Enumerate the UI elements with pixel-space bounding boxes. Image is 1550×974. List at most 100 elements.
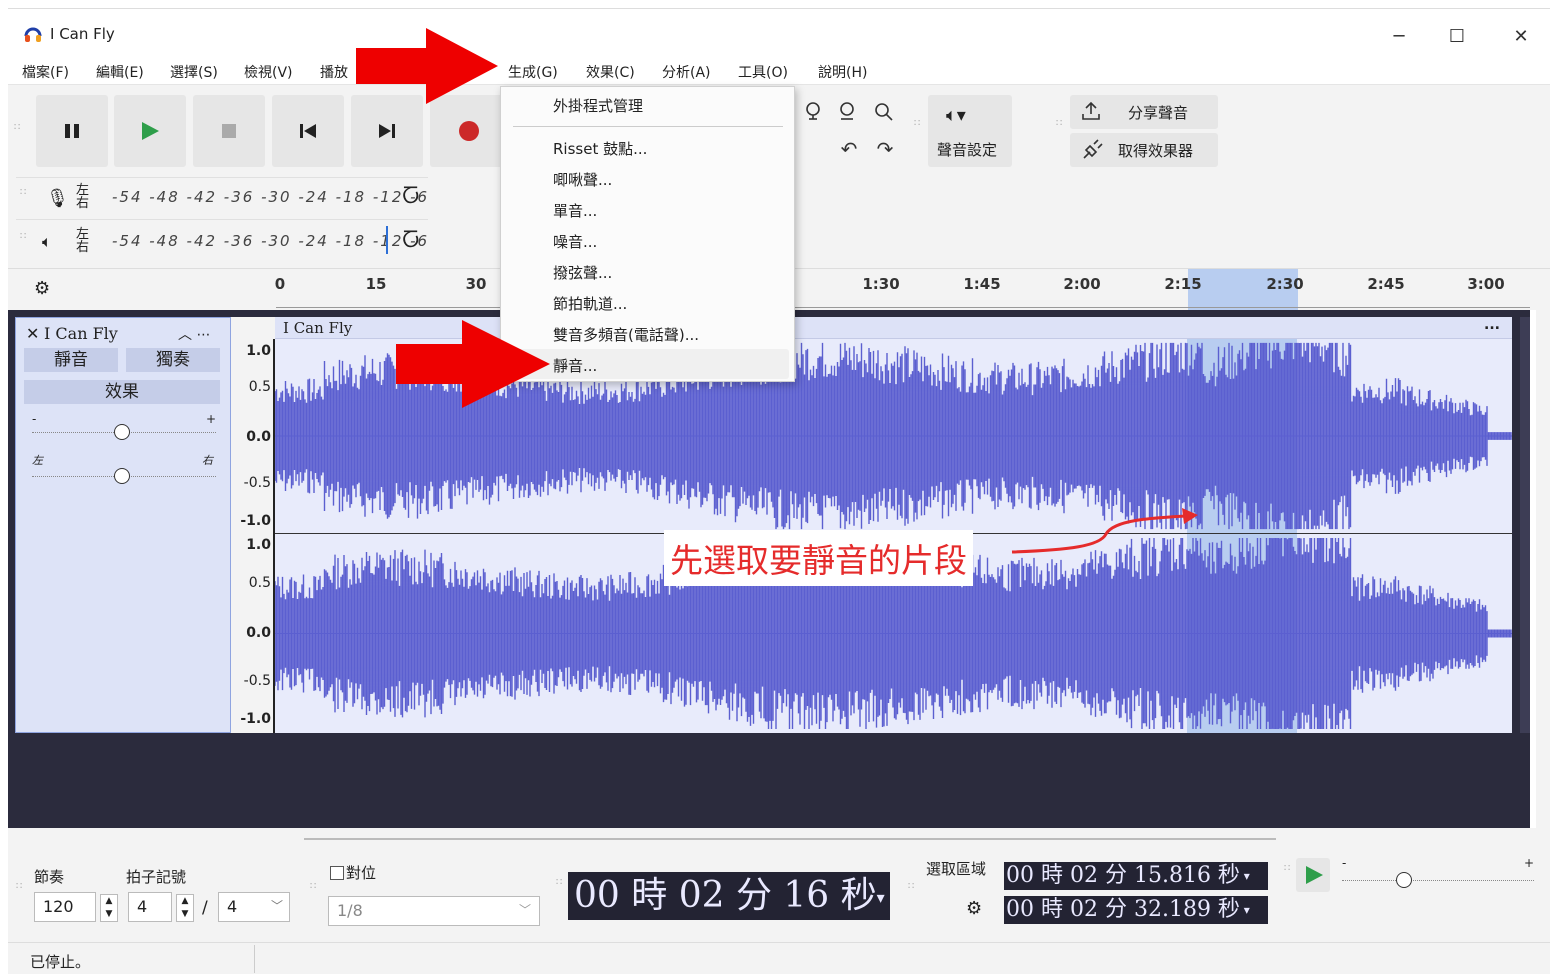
clip-menu-icon[interactable]: ... — [1484, 317, 1500, 333]
snap-checkbox[interactable] — [330, 866, 344, 880]
toolbar-grip[interactable]: ∷ — [1056, 119, 1062, 135]
skip-to-start-button[interactable] — [272, 95, 344, 167]
menu-item-plugin-manager[interactable]: 外掛程式管理 — [553, 95, 643, 116]
dropdown-arrow-icon: ▾ — [1239, 903, 1250, 917]
menu-file[interactable]: 檔案(F) — [22, 62, 69, 82]
menu-help[interactable]: 說明(H) — [818, 62, 867, 82]
time-signature-label: 拍子記號 — [126, 868, 187, 886]
red-arrow-generate — [356, 28, 498, 104]
audio-setup-label: 聲音設定 — [937, 141, 998, 159]
record-button[interactable] — [430, 95, 508, 167]
track-menu-icon[interactable]: ︿ ⋯ — [178, 324, 210, 344]
playback-meter[interactable]: ∷ 🔈︎ 左右 -54 -48 -42 -36 -30 -24 -18 -12 … — [16, 219, 428, 261]
gear-icon[interactable]: ⚙ — [966, 898, 982, 919]
solo-button[interactable]: 獨奏 — [126, 348, 220, 372]
y-label: -0.5 — [243, 475, 271, 491]
time-value: 00 時 02 分 16 秒 — [574, 875, 877, 916]
toolbar-grip[interactable]: ∷ — [556, 878, 562, 894]
share-audio-button[interactable]: 分享聲音 — [1070, 95, 1218, 129]
close-track-icon[interactable]: ✕ — [26, 324, 39, 343]
menu-view[interactable]: 檢視(V) — [244, 62, 293, 82]
maximize-button[interactable]: ☐ — [1432, 17, 1482, 57]
menu-item-dtmf[interactable]: 雙音多頻音(電話聲)... — [553, 324, 699, 345]
selection-start[interactable]: 00 時 02 分 15.816 秒 ▾ — [1004, 862, 1268, 890]
menu-select[interactable]: 選擇(S) — [170, 62, 218, 82]
meter-scale: -54 -48 -42 -36 -30 -24 -18 -12 -6 — [112, 188, 430, 206]
tick-label: 15 — [365, 275, 387, 293]
zoom-toggle-icon[interactable] — [868, 97, 898, 125]
menu-item-noise[interactable]: 噪音... — [553, 231, 597, 252]
menu-edit[interactable]: 編輯(E) — [96, 62, 144, 82]
close-button[interactable]: ✕ — [1496, 17, 1546, 57]
horizontal-scrollbar[interactable] — [304, 838, 1276, 840]
play-button[interactable] — [114, 95, 186, 167]
pause-button[interactable] — [36, 95, 108, 167]
gain-slider-thumb[interactable] — [114, 424, 130, 440]
snap-value: 1/8 — [337, 901, 363, 920]
menu-item-tone[interactable]: 單音... — [553, 200, 597, 221]
undo-icon[interactable]: ↶ — [834, 135, 864, 163]
gear-icon[interactable]: ⚙ — [34, 278, 50, 299]
menu-item-chirp[interactable]: 唧啾聲... — [553, 169, 612, 190]
speed-slider-thumb[interactable] — [1396, 872, 1412, 888]
skip-to-end-button[interactable] — [351, 95, 423, 167]
audio-setup-button[interactable]: 🔈︎▾ 聲音設定 — [928, 95, 1012, 167]
snap-dropdown[interactable]: 1/8 ﹀ — [328, 896, 540, 926]
mute-button[interactable]: 靜音 — [24, 348, 118, 372]
menu-effect[interactable]: 效果(C) — [586, 62, 635, 82]
toolbar-grip[interactable]: ∷ — [310, 882, 316, 898]
tempo-stepper[interactable]: ▲ ▼ — [100, 894, 118, 922]
tempo-input[interactable]: 120 — [34, 892, 96, 922]
menu-item-risset-drum[interactable]: Risset 鼓點... — [553, 138, 647, 159]
menu-bar: 檔案(F) 編輯(E) 選擇(S) 檢視(V) 播放 生成(G) 效果(C) 分… — [8, 60, 1550, 84]
window-title: I Can Fly — [50, 25, 115, 43]
bottom-toolbar: ∷ 節奏 120 ▲ ▼ 拍子記號 4 ▲ ▼ / 4 ﹀ ∷ 對位 1/8 ﹀ ∷… — [8, 828, 1550, 942]
menu-transport[interactable]: 播放 — [320, 62, 348, 82]
menu-tools[interactable]: 工具(O) — [738, 62, 788, 82]
left-right-label: 左右 — [76, 183, 90, 211]
tick-label: 2:00 — [1063, 275, 1101, 293]
tick-label: 0 — [274, 275, 286, 293]
toolbar-grip[interactable]: ∷ — [16, 882, 22, 898]
y-label: 1.0 — [246, 537, 271, 553]
recording-meter[interactable]: ∷ 🎙︎ 左右 -54 -48 -42 -36 -30 -24 -18 -12 … — [16, 177, 428, 215]
track-name[interactable]: I Can Fly — [44, 324, 118, 343]
menu-item-pluck[interactable]: 撥弦聲... — [553, 262, 612, 283]
status-bar: 已停止。 — [8, 942, 1550, 974]
redo-icon[interactable]: ↷ — [870, 135, 900, 163]
toolbar-grip[interactable]: ∷ — [908, 882, 914, 898]
time-signature-separator: / — [202, 898, 208, 918]
status-text: 已停止。 — [30, 953, 91, 971]
pan-slider-thumb[interactable] — [114, 468, 130, 484]
outer-scroll-area[interactable] — [1536, 310, 1550, 828]
menu-analyze[interactable]: 分析(A) — [662, 62, 711, 82]
minimize-button[interactable]: ─ — [1374, 17, 1424, 57]
menu-item-silence[interactable]: 靜音... — [553, 355, 597, 376]
snap-label: 對位 — [346, 864, 377, 882]
time-signature-denominator[interactable]: 4 ﹀ — [218, 892, 290, 922]
menu-item-rhythm-track[interactable]: 節拍軌道... — [553, 293, 627, 314]
numerator-stepper[interactable]: ▲ ▼ — [176, 894, 194, 922]
toolbar-grip[interactable]: ∷ — [14, 123, 20, 139]
zoom-out-icon[interactable] — [832, 97, 862, 125]
toolbar-grip[interactable]: ∷ — [1284, 864, 1290, 880]
play-at-speed-button[interactable] — [1296, 858, 1330, 892]
time-signature-numerator[interactable]: 4 — [128, 892, 172, 922]
speed-slider-track[interactable] — [1342, 880, 1534, 881]
meter-grip: ∷ — [20, 231, 28, 242]
speed-minus-label: - — [1342, 856, 1347, 870]
get-effects-button[interactable]: 取得效果器 — [1070, 133, 1218, 167]
status-divider — [254, 945, 255, 973]
y-label: -1.0 — [240, 513, 271, 529]
selection-label: 選取區域 — [926, 860, 987, 878]
selection-end[interactable]: 00 時 02 分 32.189 秒 ▾ — [1004, 896, 1268, 924]
clip-name: I Can Fly — [283, 319, 353, 337]
toolbar-grip[interactable]: ∷ — [914, 119, 920, 135]
zoom-in-icon[interactable] — [798, 97, 828, 125]
effects-button[interactable]: 效果 — [24, 380, 220, 404]
menu-generate[interactable]: 生成(G) — [508, 62, 558, 82]
stop-button[interactable] — [193, 95, 265, 167]
denominator-value: 4 — [227, 897, 238, 916]
time-display[interactable]: 00 時 02 分 16 秒▾ — [568, 872, 890, 920]
vertical-scrollbar[interactable] — [1520, 317, 1530, 733]
